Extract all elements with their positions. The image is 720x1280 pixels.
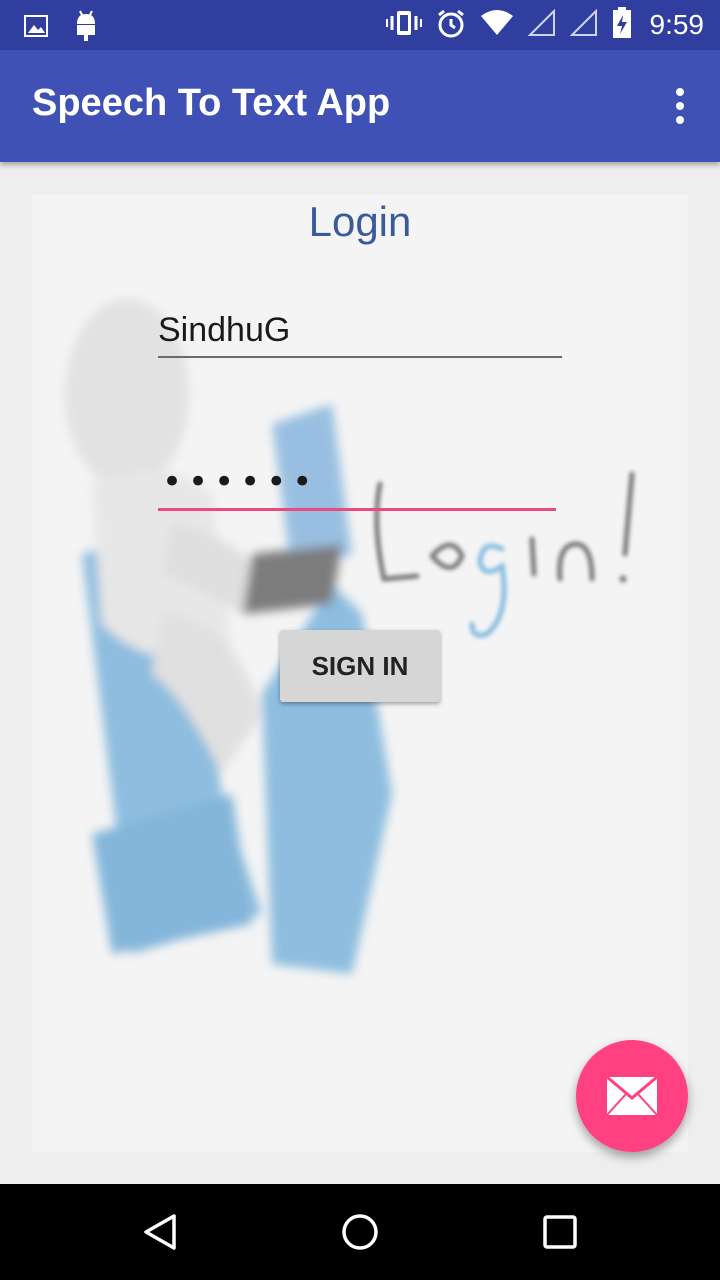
app-title: Speech To Text App (32, 82, 391, 124)
vibrate-icon (385, 9, 422, 41)
wifi-icon (480, 10, 514, 40)
signal-icon (569, 8, 598, 41)
mail-icon (606, 1076, 658, 1116)
android-icon (74, 10, 98, 46)
navigation-bar (0, 1184, 720, 1280)
alarm-icon (436, 8, 466, 42)
signal-icon (527, 8, 556, 41)
status-time: 9:59 (649, 9, 705, 40)
app-bar: Speech To Text App (0, 50, 720, 162)
password-field[interactable]: •••••• (158, 458, 556, 511)
username-field[interactable]: SindhuG (158, 306, 562, 358)
mail-fab-button[interactable] (576, 1040, 688, 1152)
gallery-icon (24, 14, 48, 42)
login-heading: Login (308, 198, 412, 245)
recents-icon[interactable] (540, 1212, 580, 1252)
home-icon[interactable] (340, 1212, 380, 1252)
back-icon[interactable] (140, 1212, 180, 1252)
overflow-menu-icon[interactable] (670, 88, 690, 124)
battery-charging-icon (612, 7, 632, 43)
sign-in-button[interactable]: SIGN IN (280, 630, 440, 702)
status-bar: 9:59 (0, 0, 720, 50)
login-card: Login SindhuG •••••• SIGN IN (32, 194, 688, 1152)
